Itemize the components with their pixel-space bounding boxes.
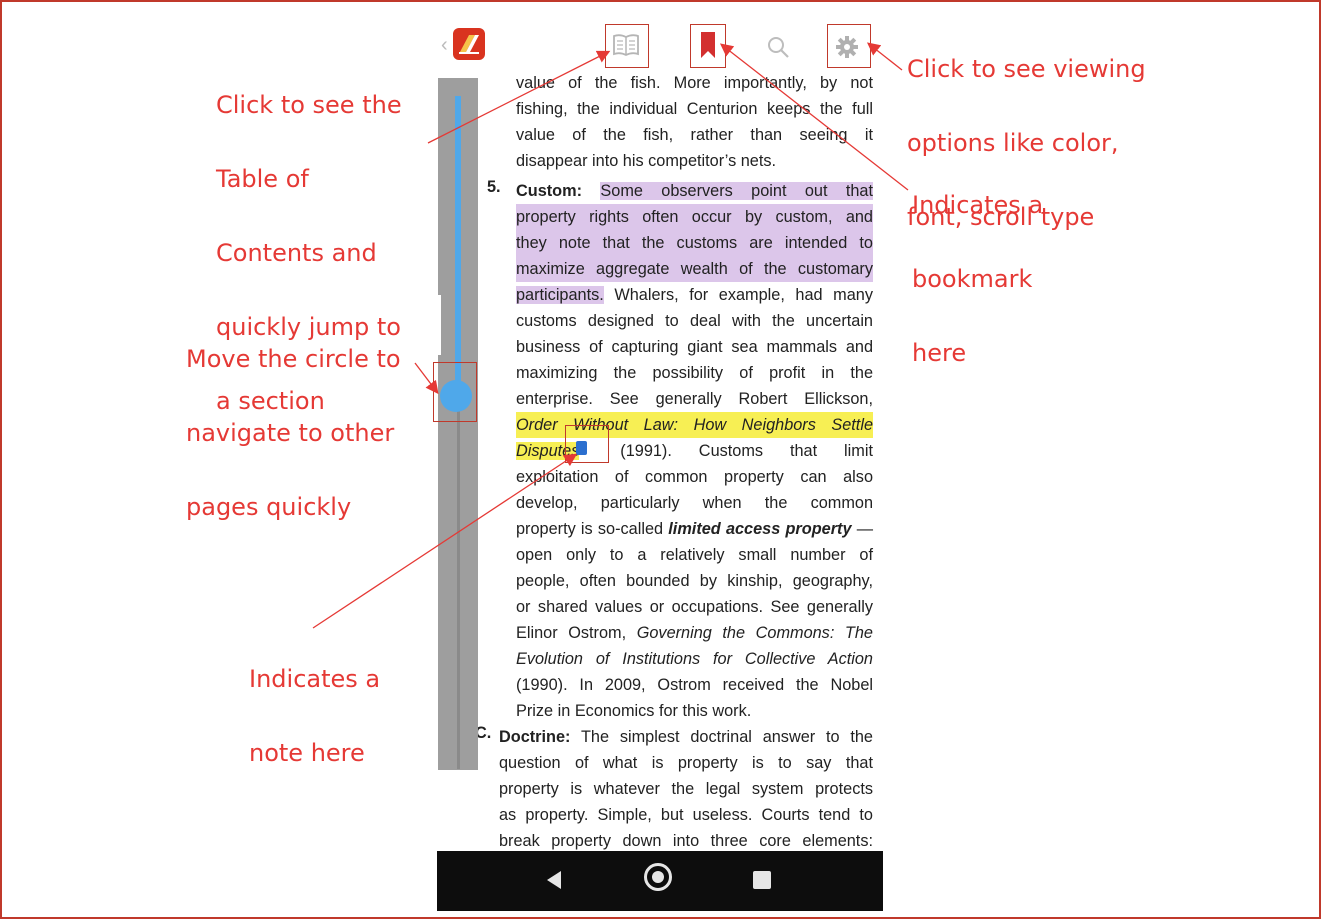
arrow-bookmark xyxy=(719,43,909,191)
arrow-toc xyxy=(427,50,611,144)
callout-arrows xyxy=(312,42,909,629)
arrow-settings xyxy=(866,42,903,71)
arrow-thumb xyxy=(414,362,439,395)
arrow-note xyxy=(312,453,578,629)
